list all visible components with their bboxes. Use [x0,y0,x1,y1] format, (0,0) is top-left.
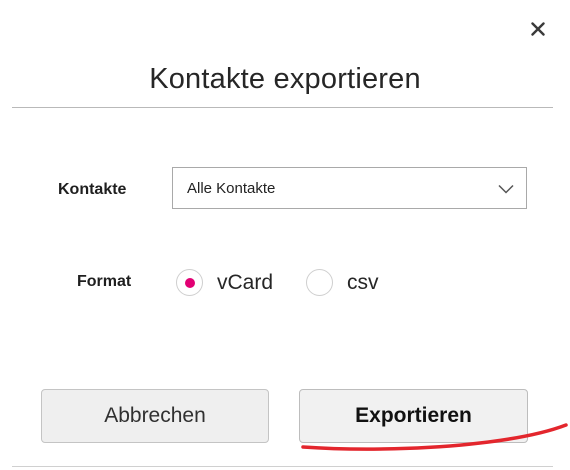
contacts-label: Kontakte [58,181,127,198]
format-radio-group: vCard csv [176,269,379,296]
title-divider [12,107,553,108]
dialog-title: Kontakte exportieren [149,63,421,95]
format-option-vcard[interactable]: vCard [176,269,273,296]
format-option-label-csv: csv [347,270,379,294]
format-option-csv[interactable]: csv [306,269,379,296]
contacts-select[interactable]: Alle Kontakte [172,167,527,209]
contacts-select-value: Alle Kontakte [187,179,276,197]
footer-divider [12,466,553,467]
cancel-button[interactable]: Abbrechen [41,389,269,443]
format-label: Format [77,273,132,290]
close-icon [531,22,545,36]
radio-csv[interactable] [306,269,334,296]
format-option-label-vcard: vCard [217,270,274,294]
radio-selected-dot [184,277,195,288]
radio-vcard[interactable] [176,269,203,296]
close-button[interactable] [527,18,549,40]
export-button[interactable]: Exportieren [299,389,528,443]
chevron-down-icon [498,184,514,194]
